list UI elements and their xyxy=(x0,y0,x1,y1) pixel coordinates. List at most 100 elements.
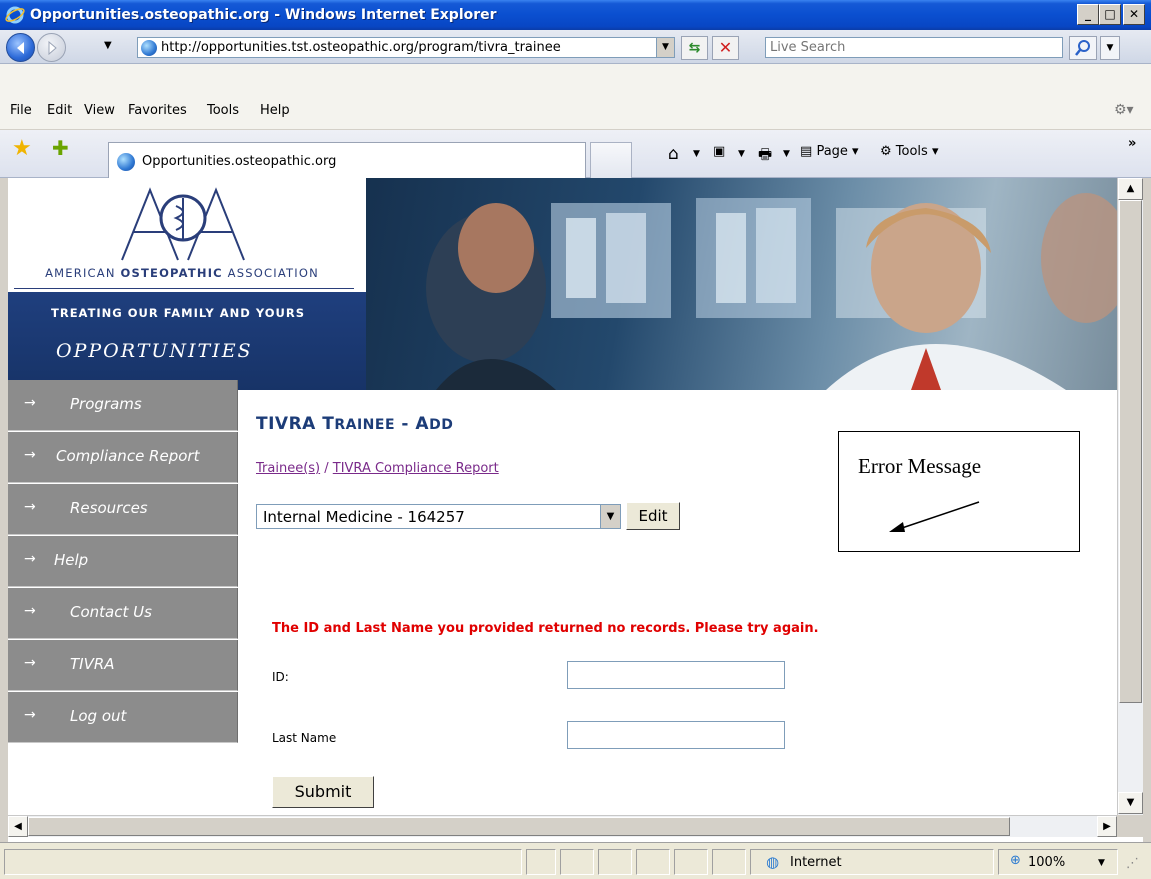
sidebar-item-label: Programs xyxy=(70,395,142,413)
scroll-down-icon[interactable]: ▼ xyxy=(1118,792,1143,814)
live-search-box[interactable] xyxy=(765,37,1063,58)
menu-edit[interactable]: Edit xyxy=(47,103,72,118)
sidebar-item-contact-us[interactable]: → Contact Us xyxy=(8,588,238,639)
vertical-scroll-thumb[interactable] xyxy=(1119,200,1142,703)
sidebar-item-log-out[interactable]: → Log out xyxy=(8,692,238,743)
tab-opportunities[interactable]: Opportunities.osteopathic.org xyxy=(108,142,586,178)
breadcrumb-compliance-report-link[interactable]: TIVRA Compliance Report xyxy=(333,461,499,476)
search-input[interactable] xyxy=(766,38,1062,57)
home-icon[interactable]: ⌂ xyxy=(668,144,679,164)
favorites-center-icon[interactable]: ★ xyxy=(12,138,32,160)
close-button[interactable]: ✕ xyxy=(1123,4,1145,25)
scroll-up-icon[interactable]: ▲ xyxy=(1118,178,1143,200)
sidebar-item-label: Resources xyxy=(70,499,148,517)
association-name-end: ASSOCIATION xyxy=(222,266,319,280)
zoom-icon: ⊕ xyxy=(1010,853,1021,868)
arrow-right-icon: → xyxy=(24,655,36,671)
horizontal-scrollbar[interactable]: ◀ ▶ xyxy=(8,815,1117,837)
vertical-scrollbar[interactable]: ▲ ▼ xyxy=(1117,178,1143,815)
window-border-left xyxy=(0,178,8,842)
feeds-dropdown-icon[interactable]: ▼ xyxy=(738,149,745,159)
stop-button[interactable]: ✕ xyxy=(712,36,739,60)
status-pane xyxy=(526,849,556,875)
status-zone-pane[interactable] xyxy=(750,849,994,875)
arrow-right-icon: → xyxy=(24,499,36,515)
status-pane xyxy=(560,849,594,875)
refresh-button[interactable]: ⇆ xyxy=(681,36,708,60)
home-dropdown-icon[interactable]: ▼ xyxy=(693,149,700,159)
arrow-right-icon: → xyxy=(24,395,36,411)
search-icon xyxy=(1075,40,1090,56)
minimize-button[interactable]: _ xyxy=(1077,4,1099,25)
header-photo xyxy=(366,178,1117,390)
submit-button[interactable]: Submit xyxy=(272,776,374,808)
tab-favicon-icon xyxy=(117,153,135,171)
tab-label: Opportunities.osteopathic.org xyxy=(142,154,337,169)
menu-favorites[interactable]: Favorites xyxy=(128,103,187,118)
recent-pages-dropdown-icon[interactable]: ▼ xyxy=(104,40,112,51)
error-message: The ID and Last Name you provided return… xyxy=(272,621,819,636)
scroll-left-icon[interactable]: ◀ xyxy=(8,816,28,837)
status-text-pane xyxy=(4,849,522,875)
feeds-icon[interactable]: ▣ xyxy=(713,144,725,159)
sidebar-item-label: Log out xyxy=(70,707,127,725)
site-brand[interactable]: OPPORTUNITIES xyxy=(56,340,253,362)
forward-button[interactable] xyxy=(37,33,66,62)
search-button[interactable] xyxy=(1069,36,1097,60)
zoom-level[interactable]: 100% xyxy=(1028,855,1065,870)
page-title: TIVRA TRAINEE - ADD xyxy=(256,414,453,434)
last-name-field[interactable] xyxy=(567,721,785,749)
chevron-down-icon[interactable]: ▼ xyxy=(600,505,620,528)
menu-file[interactable]: File xyxy=(10,103,32,118)
sidebar-item-resources[interactable]: → Resources xyxy=(8,484,238,535)
page-menu-label: Page xyxy=(816,144,848,159)
print-icon[interactable]: 🖶 xyxy=(758,144,772,169)
toolbar-extras-icon[interactable]: ⚙▾ xyxy=(1114,102,1138,120)
last-name-label: Last Name xyxy=(272,731,337,745)
program-select[interactable]: Internal Medicine - 164257 ▼ xyxy=(256,504,621,529)
address-bar[interactable]: http://opportunities.tst.osteopathic.org… xyxy=(137,37,675,58)
edit-button[interactable]: Edit xyxy=(626,502,680,530)
sidebar-item-label: TIVRA xyxy=(70,655,115,673)
page-icon: ▤ xyxy=(800,144,813,159)
page-viewport: AMERICAN OSTEOPATHIC ASSOCIATION TREATIN… xyxy=(8,178,1117,815)
gear-icon: ⚙ xyxy=(880,144,892,159)
resize-grip-icon[interactable]: ⋰ xyxy=(1126,856,1139,871)
window-titlebar: Opportunities.osteopathic.org - Windows … xyxy=(0,0,1151,30)
security-zone: Internet xyxy=(790,855,842,870)
menu-tools[interactable]: Tools xyxy=(207,103,239,118)
page-menu-button[interactable]: ▤ Page ▾ xyxy=(800,144,859,159)
program-select-value: Internal Medicine - 164257 xyxy=(263,508,465,526)
address-dropdown-icon[interactable]: ▼ xyxy=(656,38,674,57)
breadcrumb-trainees-link[interactable]: Trainee(s) xyxy=(256,461,320,476)
id-field[interactable] xyxy=(567,661,785,689)
back-button[interactable] xyxy=(6,33,35,62)
search-options-dropdown-icon[interactable]: ▼ xyxy=(1100,36,1120,60)
maximize-button[interactable]: □ xyxy=(1099,4,1121,25)
sidebar-item-tivra[interactable]: → TIVRA xyxy=(8,640,238,691)
callout-arrow-icon xyxy=(889,501,980,532)
id-label: ID: xyxy=(272,670,289,684)
arrow-right-icon: → xyxy=(24,603,36,619)
new-tab-button[interactable] xyxy=(590,142,632,178)
sidebar-item-label: Contact Us xyxy=(70,603,152,621)
sidebar-item-compliance-report[interactable]: → Compliance Report xyxy=(8,432,238,483)
tools-menu-label: Tools xyxy=(895,144,928,159)
menu-view[interactable]: View xyxy=(84,103,115,118)
page-title-part: RAINEE xyxy=(334,417,396,433)
tools-menu-button[interactable]: ⚙ Tools ▾ xyxy=(880,144,939,159)
sidebar-item-programs[interactable]: → Programs xyxy=(8,380,238,431)
address-url[interactable]: http://opportunities.tst.osteopathic.org… xyxy=(161,40,653,55)
chevron-more-icon[interactable]: » xyxy=(1128,136,1136,151)
globe-icon: ◍ xyxy=(766,853,780,871)
status-pane xyxy=(674,849,708,875)
add-favorite-icon[interactable]: ✚ xyxy=(52,138,69,158)
sidebar-item-help[interactable]: → Help xyxy=(8,536,238,587)
print-dropdown-icon[interactable]: ▼ xyxy=(783,149,790,159)
association-name-bold: OSTEOPATHIC xyxy=(120,266,223,280)
menu-help[interactable]: Help xyxy=(260,103,290,118)
scroll-right-icon[interactable]: ▶ xyxy=(1097,816,1117,837)
horizontal-scroll-thumb[interactable] xyxy=(28,817,1010,836)
zoom-dropdown-icon[interactable]: ▼ xyxy=(1098,858,1105,868)
arrow-right-icon: → xyxy=(24,447,36,463)
